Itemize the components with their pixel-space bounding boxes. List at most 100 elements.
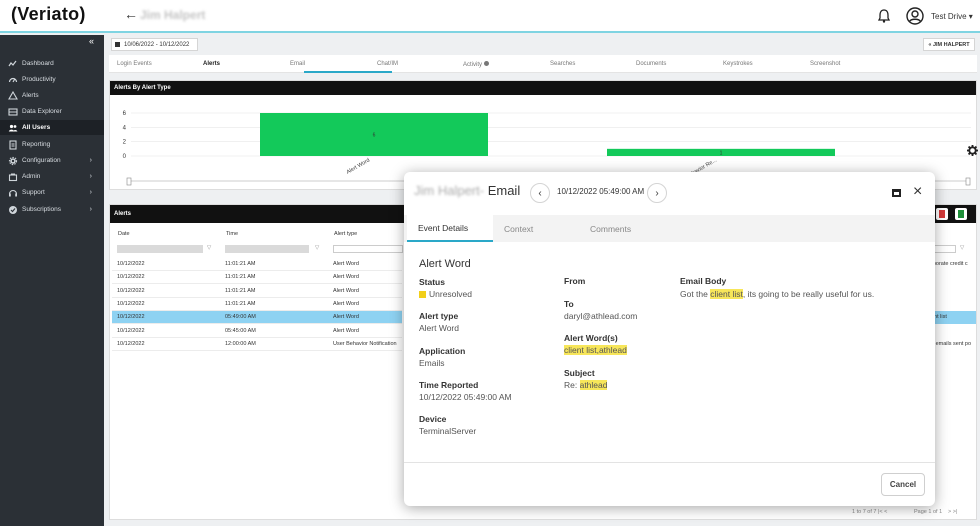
tab-documents[interactable]: Documents [636,61,666,67]
pdf-icon [939,210,945,218]
chevron-right-icon: › [89,189,92,196]
subject-value: Re: athlead [564,380,608,390]
email-detail-modal: Jim Halpert- Email ‹ 10/12/2022 05:49:00… [404,172,935,506]
tab-activity[interactable]: Activity [463,61,489,68]
alert-words-value: client list,athlead [564,345,627,355]
tab-searches[interactable]: Searches [550,61,575,67]
application-value: Emails [419,358,445,368]
tab-chat[interactable]: Chat/IM [377,61,398,67]
to-value: daryl@athlead.com [564,311,638,321]
pager-next-arrows-icon[interactable]: > >| [948,509,957,515]
column-header-alert-type[interactable]: Alert type [334,231,357,237]
calendar-icon [115,42,120,47]
y-tick-label: 4 [123,125,127,131]
sidebar-item-all-users[interactable]: All Users [0,120,104,135]
row-time: 05:45:00 AM [225,327,256,334]
info-icon [483,61,489,66]
event-heading: Alert Word [419,258,471,270]
next-event-button[interactable]: › [647,183,667,203]
row-date: 10/12/2022 [117,300,145,307]
table-row[interactable]: 10/12/2022 11:01:21 AM Alert Word [112,298,402,311]
tab-alerts[interactable]: Alerts [203,61,220,67]
close-modal-button[interactable]: × [913,183,922,201]
table-row[interactable]: 10/12/2022 11:01:21 AM Alert Word [112,258,402,271]
time-reported-value: 10/12/2022 05:49:00 AM [419,392,512,402]
chevron-left-icon: ‹ [538,187,542,199]
modal-title-type: Email [487,183,521,198]
table-row[interactable]: 10/12/2022 11:01:21 AM Alert Word [112,285,402,298]
sidebar-item-subscriptions[interactable]: Subscriptions › [0,202,104,217]
date-range-picker[interactable]: 10/06/2022 - 10/12/2022 [111,38,198,51]
support-icon [8,189,18,196]
status-label: Status [419,277,445,287]
row-alert-type: User Behavior Notification [333,340,397,347]
account-menu[interactable]: Test Drive ▾ [931,12,973,21]
pager-prev-arrows-icon[interactable]: |< < [878,509,887,515]
time-reported-label: Time Reported [419,380,479,390]
row-date: 10/12/2022 [117,314,145,321]
tab-event-details[interactable]: Event Details [407,215,493,242]
alert-type-filter-input[interactable] [333,245,403,253]
sidebar-item-admin[interactable]: Admin › [0,169,104,184]
device-value: TerminalServer [419,426,477,436]
modal-datetime: 10/12/2022 05:49:00 AM [557,187,645,196]
gauge-icon [8,77,18,82]
table-row[interactable]: 10/12/2022 11:01:21 AM Alert Word [112,271,402,285]
user-back-button[interactable]: « JIM HALPERT [923,38,975,51]
row-time: 11:01:21 AM [225,287,256,294]
sidebar-item-configuration[interactable]: Configuration › [0,153,104,168]
email-body-highlight: client list [710,289,743,299]
sidebar-item-productivity[interactable]: Productivity [0,72,104,87]
pager-count: 1 to 7 of 7 [852,509,877,515]
alert-type-label: Alert type [419,311,459,321]
date-filter-icon[interactable]: ▽ [207,245,211,251]
date-filter-input[interactable] [117,245,203,253]
export-excel-button[interactable] [955,208,967,220]
minimize-window-button[interactable] [892,188,901,197]
tab-context[interactable]: Context [504,215,533,242]
row-date: 10/12/2022 [117,287,145,294]
range-slider-left-handle [126,177,132,186]
tab-screenshot[interactable]: Screenshot [810,61,840,67]
sidebar-item-alerts[interactable]: Alerts [0,88,104,103]
alert-type-value: Alert Word [419,323,459,333]
collapse-sidebar-icon[interactable]: « [89,36,94,46]
cancel-button[interactable]: Cancel [881,473,925,496]
x-category-label: Alert Word [346,158,371,176]
column-header-time[interactable]: Time [226,231,238,237]
range-slider-right-handle [965,177,971,186]
table-row[interactable]: 10/12/2022 05:45:00 AM Alert Word [112,325,402,338]
time-filter-icon[interactable]: ▽ [315,245,319,251]
back-arrow-icon[interactable]: ← [124,6,138,22]
row-time: 05:49:00 AM [225,314,256,321]
tab-keystrokes[interactable]: Keystrokes [723,61,753,67]
sidebar: « Dashboard Productivity Alerts Data Explor… [0,35,104,526]
sidebar-item-label: Data Explorer [22,108,62,115]
tab-email[interactable]: Email [290,61,305,67]
window-icon [892,189,901,197]
status-value: Unresolved [429,289,472,299]
user-avatar-icon[interactable] [906,7,924,25]
previous-event-button[interactable]: ‹ [530,183,550,203]
bell-icon[interactable] [878,9,890,23]
tab-comments[interactable]: Comments [590,215,631,242]
veriato-logo[interactable]: (Veriato) [11,4,86,25]
export-pdf-button[interactable] [936,208,948,220]
tab-login-events[interactable]: Login Events [117,61,152,67]
table-row[interactable]: 10/12/2022 05:49:00 AM Alert Word [112,311,402,325]
excel-icon [958,210,964,218]
sidebar-item-dashboard[interactable]: Dashboard [0,56,104,71]
chart-settings-gear-icon[interactable] [967,145,978,156]
sidebar-item-data-explorer[interactable]: Data Explorer [0,104,104,119]
chevron-right-icon: › [89,173,92,180]
email-body-label: Email Body [680,276,727,286]
column-header-date[interactable]: Date [118,231,130,237]
extra-filter-icon[interactable]: ▽ [960,245,964,251]
row-time: 12:00:00 AM [225,340,256,347]
table-row[interactable]: 10/12/2022 12:00:00 AM User Behavior Notif… [112,338,402,351]
sidebar-item-reporting[interactable]: Reporting [0,137,104,152]
sidebar-item-support[interactable]: Support › [0,185,104,200]
table-icon [8,107,18,116]
sidebar-item-label: Configuration [22,157,61,164]
time-filter-input[interactable] [225,245,309,253]
